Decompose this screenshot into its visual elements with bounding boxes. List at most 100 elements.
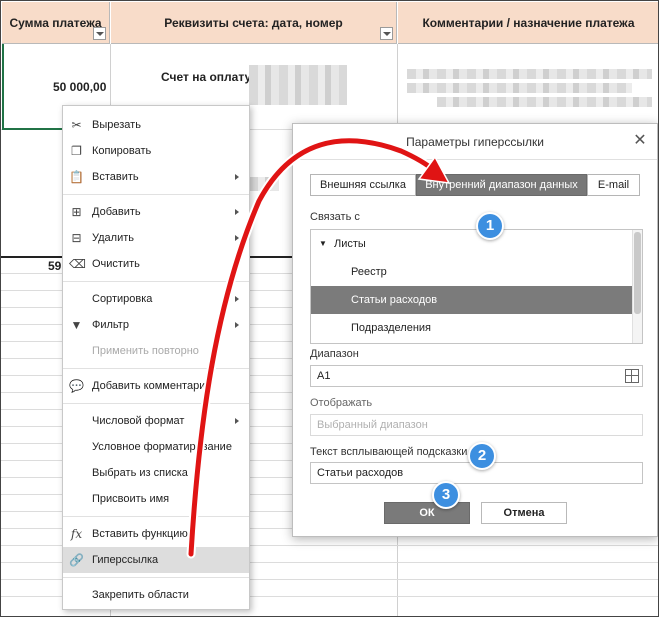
tree-group-label: Листы (334, 238, 366, 250)
amount-cell[interactable]: 50 000,00 (53, 80, 106, 94)
menu-separator (63, 403, 249, 404)
paste-icon: 📋 (69, 170, 84, 184)
menu-item-label: Копировать (92, 145, 152, 157)
scrollbar-thumb[interactable] (634, 232, 641, 314)
menu-item-insert[interactable]: ⊞ Добавить (63, 199, 249, 225)
menu-item-define-name[interactable]: Присвоить имя (63, 486, 249, 512)
menu-item-label: Числовой формат (92, 415, 185, 427)
filter-icon: ▼ (70, 318, 83, 332)
ok-button[interactable]: ОК (384, 502, 470, 524)
hyperlink-icon: 🔗 (69, 553, 84, 567)
menu-separator (63, 516, 249, 517)
step-badge-2: 2 (468, 442, 496, 470)
column-header-invoice-label: Реквизиты счета: дата, номер (164, 16, 343, 30)
context-menu: ✂ Вырезать ❐ Копировать 📋 Вставить ⊞ Доб… (62, 105, 250, 610)
menu-item-label: Вставить функцию (92, 528, 188, 540)
submenu-arrow-icon (235, 209, 239, 215)
menu-item-label: Присвоить имя (92, 493, 170, 505)
menu-separator (63, 577, 249, 578)
menu-item-conditional-format[interactable]: Условное форматирование (63, 434, 249, 460)
tooltip-label: Текст всплывающей подсказки (310, 446, 468, 458)
redacted-text (249, 177, 279, 191)
tree-scrollbar[interactable] (632, 230, 642, 343)
invoice-cell[interactable]: Счет на оплату (161, 70, 251, 84)
submenu-arrow-icon (235, 296, 239, 302)
menu-item-label: Очистить (92, 258, 140, 270)
menu-item-label: Выбрать из списка (92, 467, 188, 479)
menu-separator (63, 368, 249, 369)
redacted-text (249, 65, 347, 105)
display-input[interactable]: Выбранный диапазон (310, 414, 643, 436)
expand-arrow-icon[interactable]: ▼ (319, 230, 327, 258)
submenu-arrow-icon (235, 174, 239, 180)
menu-item-add-comment[interactable]: 💬 Добавить комментарий (63, 373, 249, 399)
menu-item-label: Вырезать (92, 119, 141, 131)
filter-dropdown-icon[interactable] (93, 27, 106, 40)
column-header-comments[interactable]: Комментарии / назначение платежа (398, 2, 658, 44)
column-header-amount[interactable]: Сумма платежа (2, 2, 110, 44)
menu-item-label: Добавить (92, 206, 141, 218)
active-cell-border (2, 44, 4, 130)
tooltip-input-value: Статьи расходов (317, 467, 404, 479)
redacted-text (437, 97, 652, 107)
tab-external-link[interactable]: Внешняя ссылка (310, 174, 416, 196)
scissors-icon: ✂ (71, 118, 82, 132)
menu-item-label: Сортировка (92, 293, 153, 305)
tree-group-sheets[interactable]: ▼ Листы (311, 230, 633, 258)
range-label: Диапазон (310, 348, 359, 360)
sheet-tree: ▼ Листы Реестр Статьи расходов Подраздел… (310, 229, 643, 344)
select-range-icon[interactable] (625, 369, 639, 383)
total-cell[interactable]: 59 (48, 259, 61, 273)
tree-item-sheet-selected[interactable]: Статьи расходов (311, 286, 633, 314)
screenshot-frame: Сумма платежа Реквизиты счета: дата, ном… (0, 0, 659, 617)
close-icon[interactable]: ✕ (633, 133, 647, 149)
step-badge-1: 1 (476, 212, 504, 240)
tree-item-label: Подразделения (351, 322, 431, 334)
column-header-invoice[interactable]: Реквизиты счета: дата, номер (111, 2, 397, 44)
tree-item-sheet[interactable]: Подразделения (311, 314, 633, 342)
menu-item-cut[interactable]: ✂ Вырезать (63, 112, 249, 138)
tab-email[interactable]: E-mail (587, 174, 640, 196)
filter-dropdown-icon[interactable] (380, 27, 393, 40)
menu-item-number-format[interactable]: Числовой формат (63, 408, 249, 434)
range-input[interactable]: A1 (310, 365, 643, 387)
menu-item-label: Условное форматирование (92, 441, 232, 453)
menu-item-copy[interactable]: ❐ Копировать (63, 138, 249, 164)
link-to-label: Связать с (310, 211, 360, 223)
submenu-arrow-icon (235, 322, 239, 328)
tree-item-label: Реестр (351, 266, 387, 278)
submenu-arrow-icon (235, 418, 239, 424)
tab-internal-range[interactable]: Внутренний диапазон данных (416, 174, 587, 196)
comment-icon: 💬 (69, 379, 84, 393)
function-icon: fx (70, 527, 83, 541)
menu-item-clear[interactable]: ⌫ Очистить (63, 251, 249, 277)
menu-item-filter[interactable]: ▼ Фильтр (63, 312, 249, 338)
copy-icon: ❐ (71, 144, 82, 158)
menu-item-pick-from-list[interactable]: Выбрать из списка (63, 460, 249, 486)
step-badge-3: 3 (432, 481, 460, 509)
cancel-button[interactable]: Отмена (481, 502, 567, 524)
redacted-text (407, 69, 652, 79)
menu-item-reapply: Применить повторно (63, 338, 249, 364)
menu-item-label: Закрепить области (92, 589, 189, 601)
menu-item-paste[interactable]: 📋 Вставить (63, 164, 249, 190)
hyperlink-settings-dialog: Параметры гиперссылки ✕ Внешняя ссылка В… (292, 123, 658, 537)
menu-item-label: Вставить (92, 171, 139, 183)
menu-item-hyperlink[interactable]: 🔗 Гиперссылка (63, 547, 249, 573)
menu-item-insert-function[interactable]: fx Вставить функцию (63, 521, 249, 547)
menu-item-label: Гиперссылка (92, 554, 159, 566)
menu-separator (63, 194, 249, 195)
display-label: Отображать (310, 397, 373, 409)
redacted-text (407, 83, 632, 93)
menu-separator (63, 281, 249, 282)
column-header-amount-label: Сумма платежа (9, 16, 102, 30)
dialog-title: Параметры гиперссылки (293, 124, 657, 160)
menu-item-freeze-panes[interactable]: Закрепить области (63, 582, 249, 608)
menu-item-delete[interactable]: ⊟ Удалить (63, 225, 249, 251)
menu-item-label: Фильтр (92, 319, 129, 331)
tree-item-sheet[interactable]: Реестр (311, 258, 633, 286)
delete-cells-icon: ⊟ (71, 231, 82, 245)
range-input-value: A1 (317, 370, 331, 382)
menu-item-label: Применить повторно (92, 345, 199, 357)
menu-item-sort[interactable]: Сортировка (63, 286, 249, 312)
